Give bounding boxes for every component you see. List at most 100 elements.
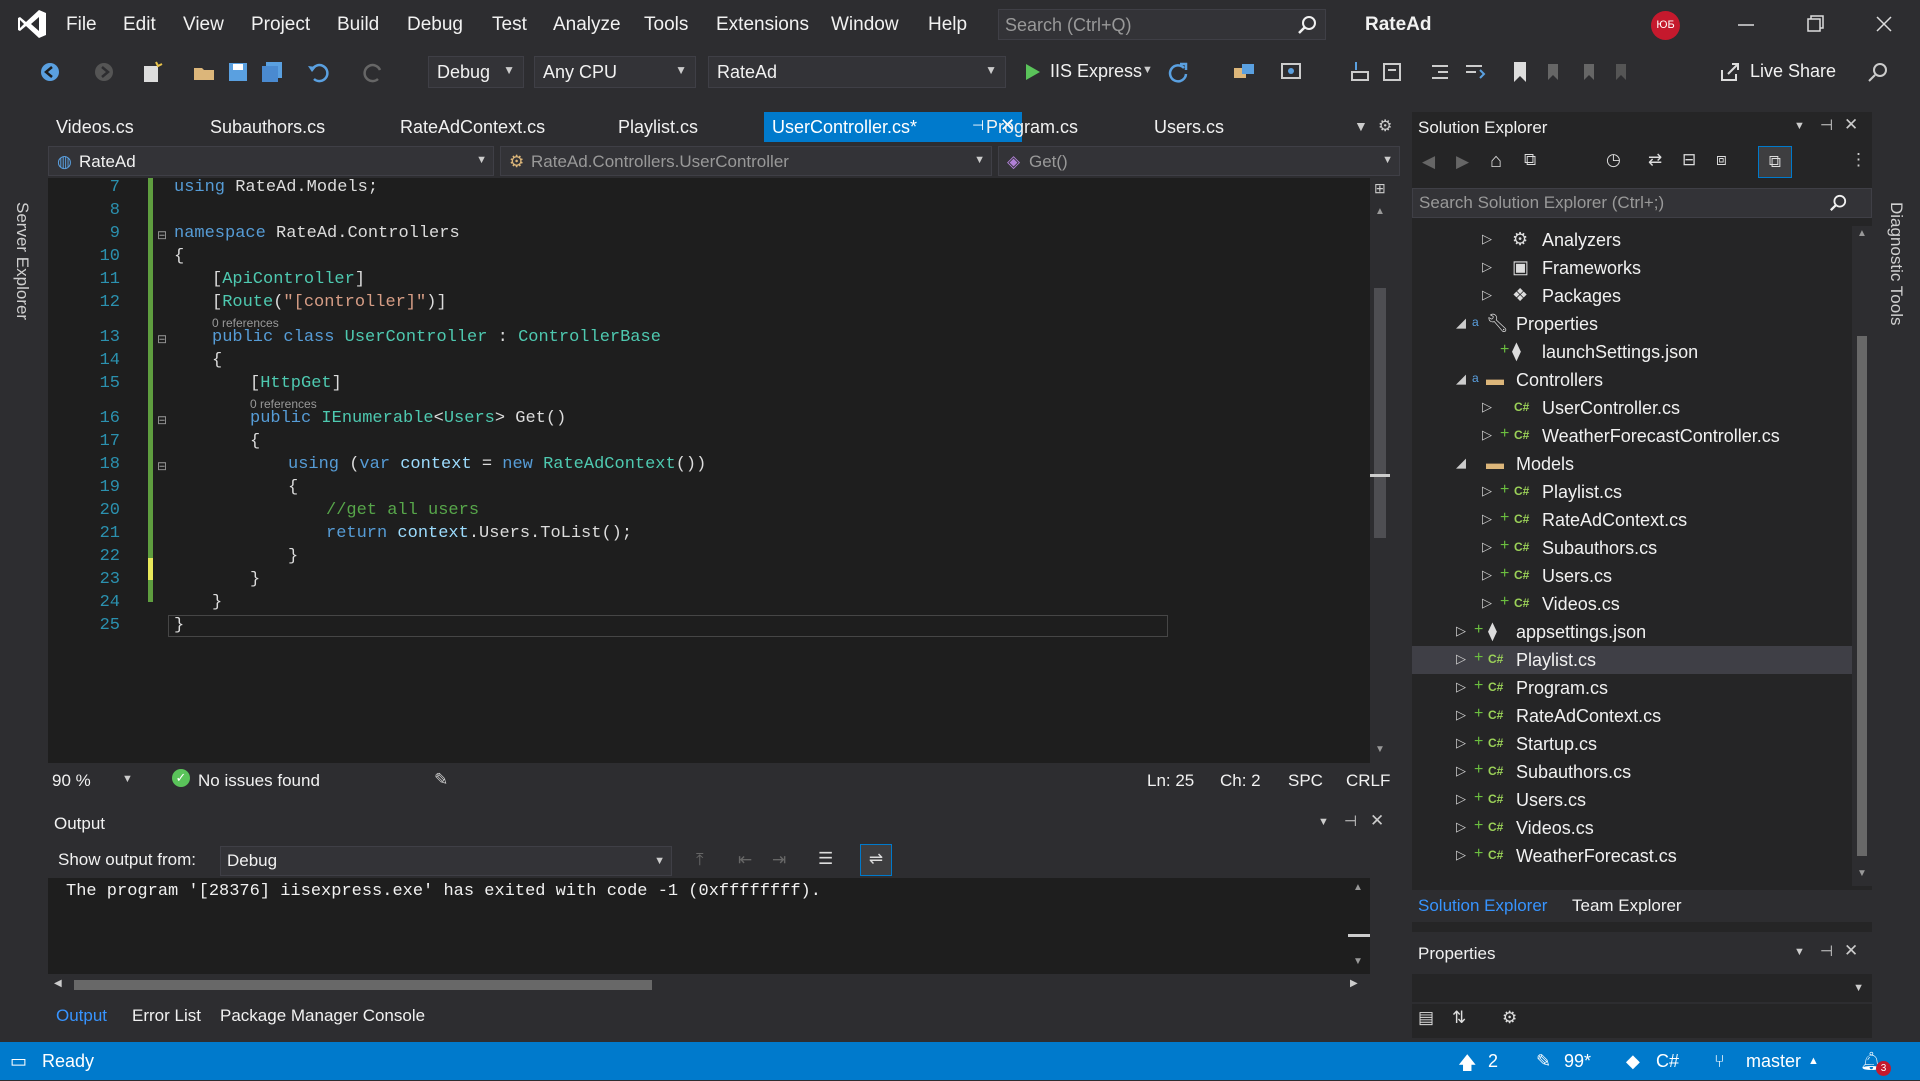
- undo-icon[interactable]: [306, 60, 330, 84]
- server-explorer-tab[interactable]: Server Explorer: [12, 202, 32, 320]
- scrollbar-thumb[interactable]: [1857, 336, 1867, 856]
- menu-file[interactable]: File: [66, 14, 97, 36]
- tab-program[interactable]: Program.cs: [986, 112, 1078, 142]
- chevron-down-icon[interactable]: ▼: [1142, 64, 1153, 76]
- line-indicator[interactable]: Ln: 25: [1147, 771, 1194, 791]
- split-icon[interactable]: ⊞: [1374, 180, 1386, 197]
- step-into-icon[interactable]: [1348, 60, 1372, 84]
- branch-icon[interactable]: ⑂: [1714, 1051, 1725, 1072]
- tree-item-rateadcontext[interactable]: ▷ + C# RateAdContext.cs: [1412, 702, 1852, 730]
- quick-search-input[interactable]: Search (Ctrl+Q): [998, 9, 1326, 40]
- scrollbar-thumb[interactable]: [1348, 934, 1370, 937]
- tree-item-models-playlist[interactable]: ▷ + C# Playlist.cs: [1412, 478, 1852, 506]
- tree-item-users[interactable]: ▷ + C# Users.cs: [1412, 786, 1852, 814]
- output-vertical-scrollbar[interactable]: ▲ ▼: [1348, 878, 1370, 974]
- back-icon[interactable]: [38, 60, 62, 84]
- menu-edit[interactable]: Edit: [123, 14, 156, 36]
- tree-item-packages[interactable]: ▷ ❖ Packages: [1412, 282, 1852, 310]
- forward-icon[interactable]: ▶: [1456, 152, 1469, 172]
- output-source-combo[interactable]: Debug ▼: [220, 846, 672, 876]
- home-icon[interactable]: ⌂: [1490, 150, 1502, 173]
- prev-message-icon[interactable]: ⇤: [738, 850, 752, 870]
- tab-users[interactable]: Users.cs: [1154, 112, 1224, 142]
- tree-item-models-rateadcontext[interactable]: ▷ + C# RateAdContext.cs: [1412, 506, 1852, 534]
- publish-arrow-icon[interactable]: 🡅: [1458, 1051, 1477, 1081]
- menu-analyze[interactable]: Analyze: [553, 14, 621, 36]
- menu-test[interactable]: Test: [492, 14, 527, 36]
- tab-solution-explorer[interactable]: Solution Explorer: [1418, 896, 1547, 916]
- solution-explorer-search[interactable]: Search Solution Explorer (Ctrl+;): [1412, 188, 1872, 218]
- menu-project[interactable]: Project: [251, 14, 310, 36]
- pending-changes-filter-icon[interactable]: ◷: [1606, 150, 1621, 170]
- column-indicator[interactable]: Ch: 2: [1220, 771, 1261, 791]
- line-ending-indicator[interactable]: CRLF: [1346, 771, 1390, 791]
- tab-subauthors[interactable]: Subauthors.cs: [210, 112, 325, 142]
- chevron-down-icon[interactable]: ▼: [1794, 120, 1805, 132]
- tree-item-appsettings[interactable]: ▷ + ⧫ appsettings.json: [1412, 618, 1852, 646]
- repository-icon[interactable]: ◆: [1626, 1051, 1640, 1072]
- menu-view[interactable]: View: [183, 14, 224, 36]
- pin-icon[interactable]: ⊣: [972, 117, 984, 134]
- save-icon[interactable]: [226, 60, 250, 84]
- back-icon[interactable]: ◀: [1422, 152, 1435, 172]
- live-share-button[interactable]: Live Share: [1750, 61, 1836, 82]
- minimize-icon[interactable]: [1736, 14, 1756, 34]
- menu-debug[interactable]: Debug: [407, 14, 463, 36]
- tab-team-explorer[interactable]: Team Explorer: [1572, 896, 1682, 916]
- tab-output[interactable]: Output: [56, 1006, 107, 1026]
- tab-error-list[interactable]: Error List: [132, 1006, 201, 1026]
- outdent-icon[interactable]: [1462, 60, 1486, 84]
- code-cleanup-icon[interactable]: ✎: [434, 770, 448, 790]
- chevron-down-icon[interactable]: ▼: [1318, 816, 1329, 828]
- pencil-icon[interactable]: ✎: [1536, 1051, 1551, 1072]
- live-share-icon[interactable]: [1718, 60, 1742, 84]
- tab-playlist[interactable]: Playlist.cs: [618, 112, 698, 142]
- branch-name[interactable]: master: [1746, 1051, 1801, 1072]
- tree-item-weatherforecast[interactable]: ▷ + C# WeatherForecast.cs: [1412, 842, 1852, 870]
- tree-item-models-subauthors[interactable]: ▷ + C# Subauthors.cs: [1412, 534, 1852, 562]
- scroll-left-icon[interactable]: ◀: [54, 978, 62, 989]
- redo-icon[interactable]: [362, 60, 386, 84]
- menu-help[interactable]: Help: [928, 14, 967, 36]
- screenshot-icon[interactable]: [1280, 60, 1304, 84]
- tree-item-frameworks[interactable]: ▷ ▣ Frameworks: [1412, 254, 1852, 282]
- close-icon[interactable]: [1874, 14, 1894, 34]
- menu-window[interactable]: Window: [831, 14, 899, 36]
- pin-icon[interactable]: ⊣: [1820, 942, 1833, 960]
- feedback-icon[interactable]: [1866, 60, 1890, 84]
- switch-views-icon[interactable]: ⧉: [1524, 150, 1536, 170]
- save-all-icon[interactable]: [260, 60, 284, 84]
- tree-item-launchsettings[interactable]: + ⧫ launchSettings.json: [1412, 338, 1852, 366]
- tree-item-controllers[interactable]: ◢ a ▬ Controllers: [1412, 366, 1852, 394]
- next-bookmark-icon[interactable]: [1576, 60, 1600, 84]
- scrollbar-thumb[interactable]: [74, 980, 652, 990]
- pending-changes-count[interactable]: 99*: [1564, 1051, 1591, 1072]
- scroll-down-icon[interactable]: ▼: [1353, 956, 1363, 967]
- word-wrap-icon[interactable]: ⇌: [860, 844, 892, 876]
- menu-tools[interactable]: Tools: [644, 14, 688, 36]
- bookmark-icon[interactable]: [1508, 60, 1532, 84]
- chevron-down-icon[interactable]: ▼: [122, 773, 133, 785]
- alphabetical-icon[interactable]: ⇅: [1452, 1008, 1466, 1028]
- chevron-up-icon[interactable]: ▲: [1808, 1055, 1819, 1067]
- tree-item-models-users[interactable]: ▷ + C# Users.cs: [1412, 562, 1852, 590]
- collapse-icon[interactable]: ⊟: [157, 413, 167, 427]
- scrollbar-thumb[interactable]: [1374, 288, 1386, 538]
- preview-selected-icon[interactable]: ⧉: [1758, 146, 1792, 178]
- repository-name[interactable]: C#: [1656, 1051, 1679, 1072]
- categorized-icon[interactable]: ▤: [1418, 1008, 1434, 1028]
- pin-icon[interactable]: ⊣: [1344, 812, 1357, 830]
- scroll-up-icon[interactable]: ▲: [1353, 882, 1363, 893]
- solution-tree-scrollbar[interactable]: ▲ ▼: [1852, 226, 1872, 886]
- zoom-level[interactable]: 90 %: [52, 771, 91, 791]
- close-icon[interactable]: ✕: [1844, 941, 1858, 961]
- play-icon[interactable]: [1020, 60, 1044, 84]
- scroll-up-icon[interactable]: ▲: [1857, 228, 1867, 239]
- startup-project-combo[interactable]: RateAd ▼: [708, 56, 1006, 88]
- platform-combo[interactable]: Any CPU ▼: [534, 56, 696, 88]
- output-horizontal-scrollbar[interactable]: ◀ ▶: [48, 976, 1370, 994]
- tree-item-analyzers[interactable]: ▷ ⚙ Analyzers: [1412, 226, 1852, 254]
- properties-object-combo[interactable]: ▼: [1412, 974, 1872, 1002]
- configuration-combo[interactable]: Debug ▼: [428, 56, 524, 88]
- indent-icon[interactable]: [1428, 60, 1452, 84]
